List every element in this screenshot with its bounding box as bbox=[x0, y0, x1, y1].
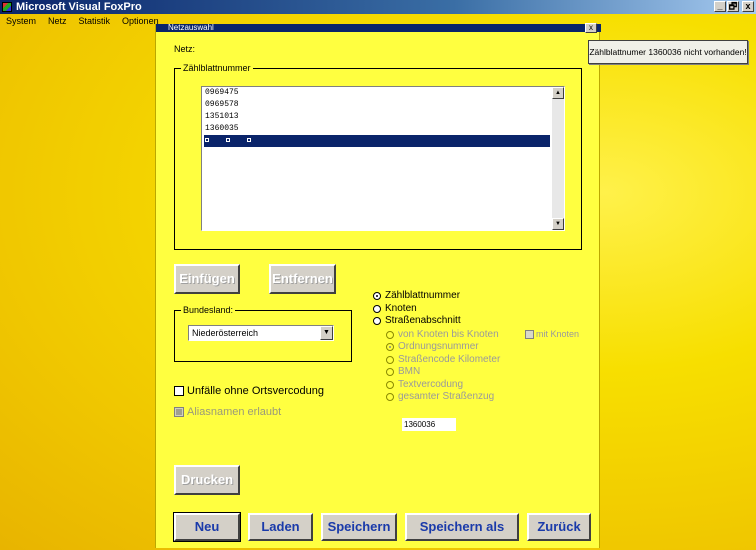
dialog-title: Netzauswahl bbox=[168, 24, 214, 32]
netzauswahl-dialog: Netzauswahl x Netz: Zählblattnummer 0969… bbox=[155, 23, 601, 548]
list-item[interactable]: 1351013 bbox=[204, 111, 550, 123]
radio-label: Textvercodung bbox=[398, 379, 464, 390]
foxpro-app-icon bbox=[2, 2, 12, 12]
radio-knoten[interactable]: Knoten bbox=[373, 303, 417, 315]
bundesland-group: Bundesland: Niederösterreich ▼ bbox=[174, 305, 352, 362]
mit-knoten-checkbox[interactable]: mit Knoten bbox=[525, 329, 579, 339]
radio-icon[interactable] bbox=[373, 317, 381, 325]
checkbox-icon[interactable] bbox=[174, 407, 184, 417]
checkbox-icon[interactable] bbox=[525, 329, 534, 339]
list-item[interactable]: 0969475 bbox=[204, 87, 550, 99]
radio-bmn[interactable]: BMN bbox=[386, 366, 420, 378]
close-button[interactable]: x bbox=[742, 1, 754, 12]
dialog-title-bar: Netzauswahl bbox=[156, 24, 601, 32]
radio-label: Straßenabschnitt bbox=[385, 315, 461, 326]
radio-icon[interactable] bbox=[386, 393, 394, 401]
list-item-selected[interactable] bbox=[204, 135, 550, 147]
radio-icon[interactable] bbox=[386, 368, 394, 376]
radio-label: Ordnungsnummer bbox=[398, 341, 479, 352]
mit-knoten-label: mit Knoten bbox=[536, 329, 580, 339]
neu-button[interactable]: Neu bbox=[173, 512, 241, 542]
listbox-scrollbar[interactable]: ▲ ▼ bbox=[552, 87, 564, 230]
einfuegen-button[interactable]: Einfügen bbox=[174, 264, 240, 294]
radio-label: gesamter Straßenzug bbox=[398, 391, 495, 402]
unfaelle-checkbox[interactable]: Unfälle ohne Ortsvercodung bbox=[174, 385, 324, 397]
laden-button[interactable]: Laden bbox=[248, 513, 313, 541]
checkbox-icon[interactable] bbox=[174, 386, 184, 396]
radio-label: Knoten bbox=[385, 303, 417, 314]
radio-textvercodung[interactable]: Textvercodung bbox=[386, 379, 463, 391]
speichern-button[interactable]: Speichern bbox=[321, 513, 397, 541]
list-item[interactable]: 0969578 bbox=[204, 99, 550, 111]
radio-strassencode[interactable]: Straßencode Kilometer bbox=[386, 354, 500, 366]
window-controls: _ 🗗 x bbox=[714, 1, 754, 12]
error-message: Zählblattnumer 1360036 nicht vorhanden! bbox=[588, 40, 748, 64]
radio-label: Straßencode Kilometer bbox=[398, 354, 501, 365]
radio-selected-icon[interactable] bbox=[373, 292, 381, 300]
menu-netz[interactable]: Netz bbox=[48, 14, 67, 28]
app-title: Microsoft Visual FoxPro bbox=[16, 1, 142, 13]
bundesland-select[interactable]: Niederösterreich ▼ bbox=[188, 325, 334, 341]
speichern-als-button[interactable]: Speichern als bbox=[405, 513, 519, 541]
radio-icon[interactable] bbox=[386, 356, 394, 364]
unfaelle-label: Unfälle ohne Ortsvercodung bbox=[187, 385, 324, 397]
zaehlblatt-input[interactable]: 1360036 bbox=[402, 418, 456, 431]
zaehlblatt-group: Zählblattnummer 0969475 0969578 1351013 … bbox=[174, 63, 582, 250]
entfernen-button[interactable]: Entfernen bbox=[269, 264, 336, 294]
drucken-button[interactable]: Drucken bbox=[174, 465, 240, 495]
menu-system[interactable]: System bbox=[6, 14, 36, 28]
netz-label: Netz: bbox=[174, 44, 196, 54]
menu-optionen[interactable]: Optionen bbox=[122, 14, 159, 28]
aliasnamen-checkbox[interactable]: Aliasnamen erlaubt bbox=[174, 406, 281, 418]
minimize-button[interactable]: _ bbox=[714, 1, 726, 12]
menu-statistik[interactable]: Statistik bbox=[79, 14, 111, 28]
restore-button[interactable]: 🗗 bbox=[727, 1, 739, 12]
radio-label: von Knoten bis Knoten bbox=[398, 329, 499, 340]
radio-label: Zählblattnummer bbox=[385, 290, 461, 301]
scroll-down-icon[interactable]: ▼ bbox=[552, 218, 564, 230]
chevron-down-icon[interactable]: ▼ bbox=[320, 326, 333, 340]
list-item[interactable]: 1360035 bbox=[204, 123, 550, 135]
zaehlblatt-caption: Zählblattnummer bbox=[181, 63, 253, 74]
app-title-bar: Microsoft Visual FoxPro _ 🗗 x bbox=[0, 0, 756, 14]
scroll-up-icon[interactable]: ▲ bbox=[552, 87, 564, 99]
radio-von-knoten[interactable]: von Knoten bis Knoten bbox=[386, 329, 499, 341]
radio-strassenabschnitt[interactable]: Straßenabschnitt bbox=[373, 315, 461, 327]
zaehlblatt-listbox[interactable]: 0969475 0969578 1351013 1360035 ▲ ▼ bbox=[201, 86, 565, 231]
radio-label: BMN bbox=[398, 366, 421, 377]
radio-icon[interactable] bbox=[386, 331, 394, 339]
radio-icon[interactable] bbox=[373, 305, 381, 313]
radio-icon[interactable] bbox=[386, 381, 394, 389]
radio-selected-icon[interactable] bbox=[386, 343, 394, 351]
dialog-close-button[interactable]: x bbox=[585, 23, 597, 33]
bundesland-value: Niederösterreich bbox=[192, 328, 259, 338]
radio-zaehlblattnummer[interactable]: Zählblattnummer bbox=[373, 290, 460, 302]
bundesland-caption: Bundesland: bbox=[181, 305, 236, 316]
zurueck-button[interactable]: Zurück bbox=[527, 513, 591, 541]
radio-gesamter-strassenzug[interactable]: gesamter Straßenzug bbox=[386, 391, 494, 403]
radio-ordnungsnummer[interactable]: Ordnungsnummer bbox=[386, 341, 479, 353]
aliasnamen-label: Aliasnamen erlaubt bbox=[187, 406, 282, 418]
